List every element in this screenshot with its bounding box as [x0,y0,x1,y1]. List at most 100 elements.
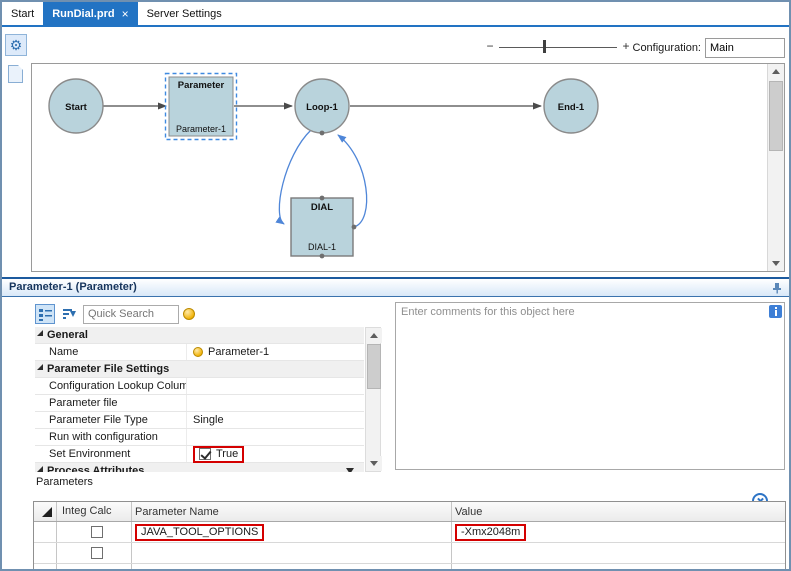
canvas-scroll-thumb[interactable] [769,81,783,151]
port-dial-bottom [320,254,325,259]
parameter-value-cell[interactable] [452,564,785,571]
categorized-view-button[interactable] [35,304,55,324]
document-icon[interactable] [8,65,23,83]
highlight-annotation: -Xmx2048m [455,524,526,541]
highlight-annotation: JAVA_TOOL_OPTIONS [135,524,264,541]
properties-header-title: Parameter-1 (Parameter) [9,281,137,293]
zoom-out-button[interactable]: − [484,39,496,54]
info-icon[interactable] [769,305,782,318]
pin-icon[interactable] [771,282,783,294]
zoom-thumb[interactable] [543,40,546,53]
checkbox-checked-icon[interactable] [199,448,211,460]
parameter-row-2[interactable] [34,543,785,564]
warning-badge-icon [183,308,195,320]
scroll-up-icon[interactable] [768,64,784,79]
property-row-parameter-file-type[interactable]: Parameter File Type Single [35,412,364,429]
comments-input[interactable] [396,303,784,469]
comments-panel [395,302,785,470]
process-settings-button[interactable]: ⚙ [5,34,27,56]
property-value[interactable]: Single [187,412,364,428]
property-row-set-environment[interactable]: Set Environment True [35,446,364,463]
category-parameter-file-settings[interactable]: Parameter File Settings [35,361,364,378]
row-indicator[interactable] [34,543,57,563]
row-indicator[interactable] [34,564,57,571]
parameter-value-text: -Xmx2048m [461,526,520,538]
port-dial-top [320,196,325,201]
category-label: General [47,329,88,341]
property-row-parameter-file[interactable]: Parameter file [35,395,364,412]
property-grid-panel: General Name Parameter-1 Parameter File … [31,302,381,472]
port-loop-bottom [320,131,325,136]
categorized-icon [39,308,52,321]
close-tab-icon[interactable]: × [122,9,129,19]
tab-bar: Start RunDial.prd × Server Settings [2,2,789,27]
property-row-run-with-configuration[interactable]: Run with configuration [35,429,364,446]
node-parameter-name: Parameter-1 [176,124,226,134]
column-header-value[interactable]: Value [452,502,785,521]
property-grid: General Name Parameter-1 Parameter File … [35,327,364,472]
scroll-down-icon[interactable] [768,256,784,271]
port-dial-right [352,225,357,230]
integ-calc-cell[interactable] [57,564,132,571]
property-label: Set Environment [35,446,187,462]
app-window: Start RunDial.prd × Server Settings ⚙ − … [0,0,791,571]
flow-diagram[interactable]: Start Parameter Parameter-1 Loop-1 End-1… [32,64,767,271]
property-value[interactable]: True [187,446,364,463]
node-end-label: End-1 [558,102,585,113]
node-start-label: Start [65,102,87,113]
property-value[interactable]: Parameter-1 [187,344,364,360]
category-process-attributes[interactable]: Process Attributes [35,463,364,472]
zoom-track[interactable] [499,47,617,48]
scroll-up-icon[interactable] [366,328,382,343]
property-grid-scrollbar[interactable] [365,327,381,472]
row-selector-header[interactable] [34,502,57,521]
configuration-input[interactable] [705,38,785,58]
parameters-table: Integ Calc Parameter Name Value JAVA_TOO… [33,501,786,571]
parameter-row-1[interactable]: JAVA_TOOL_OPTIONS -Xmx2048m [34,522,785,543]
integ-calc-cell[interactable] [57,522,132,542]
parameter-value-cell[interactable] [452,543,785,563]
property-row-configuration-lookup-column[interactable]: Configuration Lookup Column [35,378,364,395]
node-parameter-title: Parameter [178,80,225,91]
node-loop-label: Loop-1 [306,102,338,113]
property-row-name[interactable]: Name Parameter-1 [35,344,364,361]
name-warning-icon [193,347,203,357]
quick-search-input[interactable] [83,305,179,324]
canvas-scrollbar[interactable] [767,64,784,271]
parameter-name-cell[interactable] [132,543,452,563]
parameter-name-cell[interactable] [132,564,452,571]
category-label: Parameter File Settings [47,363,169,375]
scroll-down-icon[interactable] [366,456,382,471]
checkbox-unchecked-icon[interactable] [91,547,103,559]
sort-az-button[interactable] [59,304,79,324]
grid-scroll-thumb[interactable] [367,344,381,389]
tab-start-label: Start [11,8,34,20]
node-dial-name: DIAL-1 [308,242,336,252]
flow-canvas-panel: Start Parameter Parameter-1 Loop-1 End-1… [31,63,785,272]
tab-start[interactable]: Start [2,2,43,25]
integ-calc-cell[interactable] [57,543,132,563]
category-general[interactable]: General [35,327,364,344]
zoom-in-button[interactable]: + [620,39,632,54]
tab-rundial[interactable]: RunDial.prd × [43,2,137,25]
category-label: Process Attributes [47,465,144,472]
row-indicator[interactable] [34,522,57,542]
configuration-label: Configuration: [633,42,702,54]
checkbox-unchecked-icon[interactable] [91,526,103,538]
parameter-name-cell[interactable]: JAVA_TOOL_OPTIONS [132,522,452,542]
parameter-value-cell[interactable]: -Xmx2048m [452,522,785,542]
select-all-icon [42,507,52,517]
category-expand-icon [37,364,43,370]
parameter-name-text: JAVA_TOOL_OPTIONS [141,526,258,538]
parameter-row-empty[interactable] [34,564,785,571]
column-header-integ-calc[interactable]: Integ Calc [57,502,132,521]
property-value-text: True [216,446,238,462]
property-label: Name [35,344,187,360]
tab-server-settings[interactable]: Server Settings [138,2,231,25]
tab-rundial-label: RunDial.prd [52,8,114,20]
tab-server-settings-label: Server Settings [147,8,222,20]
property-label: Parameter file [35,395,187,411]
parameters-title: Parameters [36,476,93,488]
column-header-parameter-name[interactable]: Parameter Name [132,502,452,521]
property-label: Parameter File Type [35,412,187,428]
